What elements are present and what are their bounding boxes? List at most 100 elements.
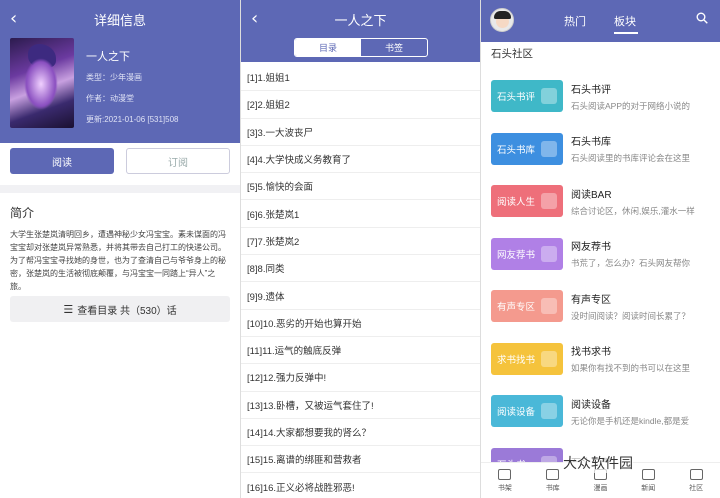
chapter-item[interactable]: [5]5.愉快的会面 (241, 173, 480, 201)
chapter-item[interactable]: [8]8.同类 (241, 255, 480, 283)
tab-board[interactable]: 板块 (614, 13, 636, 29)
chapter-item[interactable]: [10]10.恶劣的开始也算开始 (241, 310, 480, 337)
book-update: 更新:2021-01-06 [531]508 (86, 115, 179, 124)
chapter-item[interactable]: [7]7.张楚岚2 (241, 228, 480, 256)
back-arrow-icon[interactable]: ‹ (251, 8, 258, 29)
watermark: 大众软件园 (563, 453, 633, 473)
catalog-header: ‹ 一人之下 目录 书签 (241, 0, 480, 62)
board-banner-label: 求书找书 (497, 354, 536, 366)
active-tab-indicator (614, 32, 638, 34)
tab-hot[interactable]: 热门 (564, 13, 586, 29)
board-banner-label: 阅读人生 (497, 197, 536, 209)
view-catalog-button[interactable]: ☰ 查看目录 共（530）话 (10, 296, 230, 322)
board-desc: 书荒了，怎么办？石头网友帮你 (571, 258, 691, 269)
book-title: 一人之下 (86, 51, 130, 63)
nav-icon (641, 468, 655, 480)
board-item[interactable]: 求书找书 找书求书 如果你有找不到的书可以在这里 (481, 333, 720, 386)
nav-label: 社区 (689, 484, 704, 492)
catalog-segment-control: 目录 书签 (294, 38, 428, 57)
action-row: 阅读 订阅 (10, 148, 230, 174)
board-icon (541, 350, 557, 367)
board-info: 石头书库 石头阅读里的书库评论会在这里 (571, 133, 711, 164)
board-info: 有声专区没时间阅读？阅读时间长累了？ (571, 291, 711, 322)
board-item[interactable]: 石头书评 石头书评 石头阅读APP的对于网络小说的 (481, 70, 720, 123)
catalog-title: 一人之下 (334, 12, 387, 28)
chapter-item[interactable]: [2]2.姐姐2 (241, 91, 480, 119)
catalog-topbar: ‹ 一人之下 (241, 0, 480, 38)
board-info: 石头书评石头阅读APP的对于网络小说的 (571, 81, 711, 112)
divider (0, 185, 240, 193)
board-name: 阅读BAR (571, 189, 612, 201)
chapter-item[interactable]: [9]9.遗体 (241, 282, 480, 310)
detail-panel: ‹ 详细信息 一人之下 类型：少年漫画 作者：动漫堂 更新:2021-01-06… (0, 0, 240, 498)
page-title: 详细信息 (93, 12, 146, 28)
board-desc: 如果你有找不到的书可以在这里 (571, 363, 691, 374)
board-item[interactable]: 石头书库 石头书库 石头阅读里的书库评论会在这里 (481, 123, 720, 176)
tab-bookmark[interactable]: 书签 (361, 39, 427, 56)
chapter-item[interactable]: [4]4.大学快成义务教育了 (241, 146, 480, 174)
nav-label: 漫画 (593, 484, 608, 492)
board-banner-label: 阅读设备 (497, 407, 536, 419)
section-title: 石头社区 (491, 48, 533, 60)
board-banner-label: 石头书库 (497, 144, 536, 156)
nav-label: 书库 (545, 484, 560, 492)
list-icon: ☰ (63, 303, 74, 316)
intro-heading: 简介 (10, 206, 35, 220)
board-info: 网友荐书书荒了，怎么办？石头网友帮你 (571, 238, 711, 269)
board-desc: 石头阅读APP的对于网络小说的 (571, 100, 691, 111)
board-item[interactable]: 有声专区 有声专区 没时间阅读？阅读时间长累了？ (481, 280, 720, 333)
board-item[interactable]: 阅读人生 阅读BAR 综合讨论区，休闲,娱乐,灌水一样 (481, 175, 720, 228)
board-banner: 求书找书 (491, 342, 563, 375)
back-arrow-icon[interactable]: ‹ (10, 8, 17, 29)
nav-label: 新闻 (641, 484, 656, 492)
board-name: 有声专区 (571, 294, 611, 306)
chapter-item[interactable]: [13]13.卧槽，又被运气套住了! (241, 392, 480, 419)
board-info: 找书求书 如果你有找不到的书可以在这里 (571, 343, 711, 374)
board-name: 网友荐书 (571, 242, 611, 254)
board-desc: 无论你是手机还是kindle,都是爱 (571, 415, 690, 426)
board-banner: 阅读人生 (491, 185, 563, 218)
board-banner: 有声专区 (491, 290, 563, 323)
avatar[interactable] (490, 8, 514, 32)
board-banner: 石头书库 (491, 132, 563, 165)
intro-text: 大学生张楚岚清明回乡，遭遇神秘少女冯宝宝。素未谋面的冯宝宝却对张楚岚异常熟悉，并… (10, 230, 226, 291)
chapter-list: [1]1.姐姐1 [2]2.姐姐2 [3]3.一大波丧尸 [4]4.大学快成义务教育了… (241, 64, 480, 498)
chapter-item[interactable]: [16]16.正义必将战胜邪恶! (241, 473, 480, 498)
board-icon (541, 245, 557, 262)
search-icon[interactable] (696, 12, 708, 24)
board-info: 阅读BAR 综合讨论区，休闲,娱乐,灌水一样 (571, 186, 711, 217)
board-icon (541, 193, 557, 210)
nav-item[interactable]: 书架 (481, 463, 529, 498)
tab-catalog[interactable]: 目录 (295, 39, 361, 56)
board-banner: 网友荐书 (491, 237, 563, 270)
board-name: 石头书评 (571, 84, 611, 96)
community-panel: 热门 板块 石头社区 石头书评 石头书评 石头阅读APP的对于网络小说的 石头书库 石头… (480, 0, 720, 498)
chapter-item[interactable]: [1]1.姐姐1 (241, 64, 480, 92)
detail-header: ‹ 详细信息 一人之下 类型：少年漫画 作者：动漫堂 更新:2021-01-06… (0, 0, 240, 143)
chapter-item[interactable]: [14]14.大家都想要我的肾么？ (241, 419, 480, 447)
chapter-item[interactable]: [6]6.张楚岚1 (241, 200, 480, 228)
chapter-item[interactable]: [15]15.离谱的绑匪和营救者 (241, 446, 480, 474)
board-banner-label: 网友荐书 (497, 249, 536, 261)
board-desc: 综合讨论区，休闲,娱乐,灌水一样 (571, 205, 695, 216)
board-desc: 没时间阅读？阅读时间长累了？ (571, 310, 691, 321)
community-header: 热门 板块 (481, 0, 720, 42)
chapter-item[interactable]: [11]11.运气的触底反弹 (241, 337, 480, 365)
nav-item[interactable]: 社区 (672, 463, 720, 498)
board-name: 阅读设备 (571, 399, 611, 411)
read-button[interactable]: 阅读 (10, 148, 114, 174)
chapter-item[interactable]: [12]12.强力反弹中! (241, 364, 480, 392)
board-banner-label: 石头书评 (497, 92, 536, 104)
board-banner: 阅读设备 (491, 395, 563, 428)
chapter-item[interactable]: [3]3.一大波丧尸 (241, 119, 480, 146)
board-icon (541, 88, 557, 105)
catalog-label: 查看目录 共（530）话 (77, 305, 177, 317)
board-banner-label: 有声专区 (497, 302, 536, 314)
board-item[interactable]: 阅读设备 阅读设备 无论你是手机还是kindle,都是爱 (481, 385, 720, 438)
board-item[interactable]: 网友荐书 网友荐书 书荒了，怎么办？石头网友帮你 (481, 228, 720, 281)
subscribe-button[interactable]: 订阅 (126, 148, 230, 174)
board-banner: 石头书评 (491, 80, 563, 113)
book-type: 类型：少年漫画 (86, 73, 142, 82)
board-icon (541, 403, 557, 420)
nav-label: 书架 (497, 484, 512, 492)
